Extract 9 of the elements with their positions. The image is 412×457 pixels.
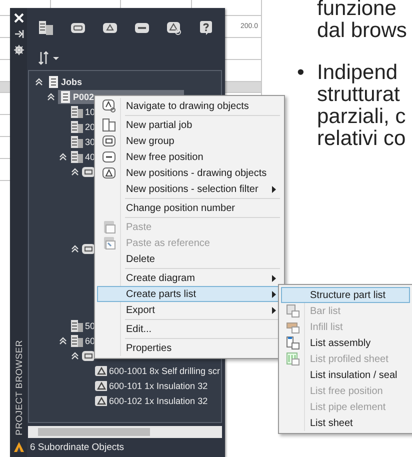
text-line: parziali, c [317, 106, 406, 128]
panel-title: PROJECT BROWSER [14, 340, 24, 435]
status-text: 6 Subordinate Objects [29, 441, 126, 455]
text-line: dal brows [317, 20, 407, 42]
text-line: strutturat [317, 84, 401, 106]
text-line: funzione [317, 0, 398, 20]
bullet-mark: • [297, 62, 306, 86]
text-line: relativi co [317, 128, 406, 150]
text-line: Indipend [317, 62, 399, 84]
